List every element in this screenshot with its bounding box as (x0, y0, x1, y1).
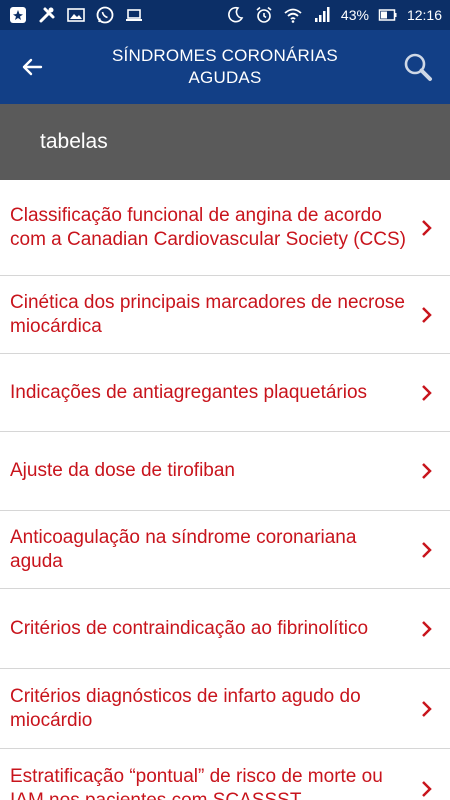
tools-icon (37, 5, 57, 25)
wifi-icon (283, 5, 303, 25)
search-button[interactable] (386, 30, 450, 104)
list-item-label: Estratificação “pontual” de risco de mor… (10, 765, 383, 800)
list-item[interactable]: Ajuste da dose de tirofiban (0, 432, 450, 511)
status-left-icons (8, 5, 144, 25)
battery-icon (378, 5, 398, 25)
chevron-right-icon (420, 779, 434, 799)
laptop-icon (124, 5, 144, 25)
list-item[interactable]: Classificação funcional de angina de aco… (0, 180, 450, 276)
chevron-right-icon (420, 461, 434, 481)
section-title: tabelas (40, 130, 108, 153)
status-bar: 43% 12:16 (0, 0, 450, 30)
chevron-right-icon (420, 218, 434, 238)
list-item-label: Indicações de antiagregantes plaquetário… (10, 381, 368, 403)
list-item-label: Ajuste da dose de tirofiban (10, 460, 235, 481)
list-item-label: Critérios de contraindicação ao fibrinol… (10, 617, 369, 639)
list-item[interactable]: Critérios diagnósticos de infarto agudo … (0, 669, 450, 749)
status-right-icons: 43% 12:16 (225, 5, 442, 25)
app-notification-icon (8, 5, 28, 25)
page-title-line2: AGUDAS (188, 68, 262, 87)
battery-percent: 43% (340, 7, 369, 23)
gallery-icon (66, 5, 86, 25)
app-bar: SÍNDROMES CORONÁRIAS AGUDAS (0, 30, 450, 104)
list-item[interactable]: Critérios de contraindicação ao fibrinol… (0, 589, 450, 669)
chevron-right-icon (420, 383, 434, 403)
chevron-right-icon (420, 540, 434, 560)
chevron-right-icon (420, 619, 434, 639)
list-item[interactable]: Estratificação “pontual” de risco de mor… (0, 749, 450, 800)
chevron-right-icon (420, 305, 434, 325)
list-item-label: Classificação funcional de angina de aco… (10, 204, 406, 250)
chevron-right-icon (420, 699, 434, 719)
list-item[interactable]: Indicações de antiagregantes plaquetário… (0, 354, 450, 432)
page-title-line1: SÍNDROMES CORONÁRIAS (112, 46, 338, 65)
clock: 12:16 (406, 7, 442, 23)
alarm-icon (254, 5, 274, 25)
list-item[interactable]: Anticoagulação na síndrome coronariana a… (0, 511, 450, 589)
do-not-disturb-icon (225, 5, 245, 25)
list-item[interactable]: Cinética dos principais marcadores de ne… (0, 276, 450, 354)
section-header: tabelas (0, 104, 450, 180)
arrow-left-icon (22, 58, 43, 76)
back-button[interactable] (0, 30, 64, 104)
signal-icon (312, 5, 332, 25)
whatsapp-icon (95, 5, 115, 25)
list-item-label: Anticoagulação na síndrome coronariana a… (10, 526, 357, 572)
search-icon (404, 53, 432, 81)
page-title: SÍNDROMES CORONÁRIAS AGUDAS (64, 45, 386, 89)
list-item-label: Cinética dos principais marcadores de ne… (10, 291, 405, 337)
list-item-label: Critérios diagnósticos de infarto agudo … (10, 685, 361, 731)
table-list: Classificação funcional de angina de aco… (0, 180, 450, 800)
